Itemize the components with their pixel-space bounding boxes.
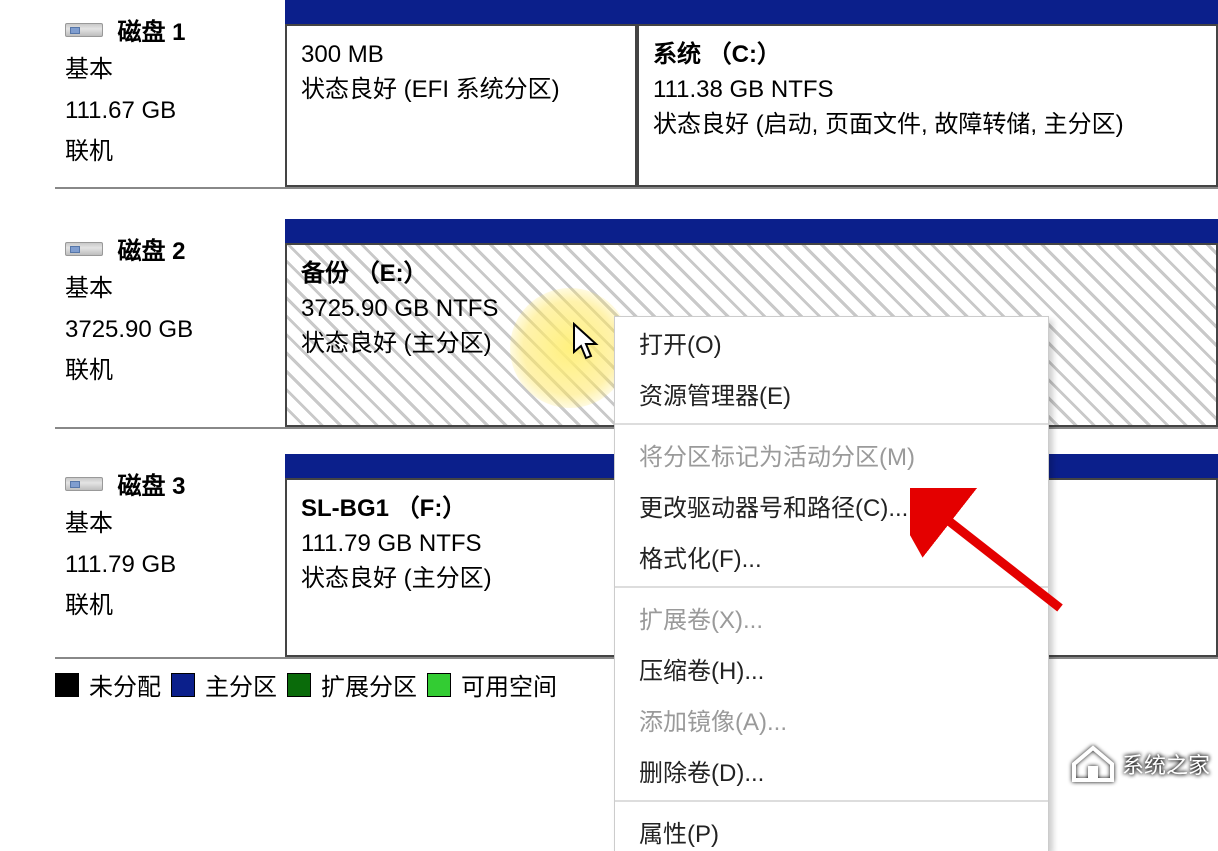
disk-header-1[interactable]: 磁盘 1 基本 111.67 GB 联机 [55, 0, 285, 187]
menu-format[interactable]: 格式化(F)... [615, 531, 1048, 582]
menu-separator [615, 423, 1048, 425]
partition-header-band [285, 0, 1218, 24]
disk-row-1: 磁盘 1 基本 111.67 GB 联机 300 MB 状态良好 (EFI 系统… [55, 0, 1218, 189]
partition-title: 备份 （E:） [301, 257, 1202, 292]
disk-type: 基本 [65, 272, 281, 307]
disk-type: 基本 [65, 507, 281, 542]
legend-label-free: 可用空间 [461, 667, 557, 702]
disk-1-partitions: 300 MB 状态良好 (EFI 系统分区) 系统 （C:） 111.38 GB… [285, 0, 1218, 187]
disk-size: 111.79 GB [65, 548, 281, 583]
watermark: 系统之家 [1062, 740, 1218, 788]
disk-name: 磁盘 3 [117, 466, 185, 501]
menu-separator [615, 586, 1048, 588]
legend-swatch-free [427, 673, 451, 697]
menu-change-drive-letter[interactable]: 更改驱动器号和路径(C)... [615, 480, 1048, 531]
disk-icon [65, 242, 103, 256]
context-menu: 打开(O) 资源管理器(E) 将分区标记为活动分区(M) 更改驱动器号和路径(C… [614, 316, 1049, 851]
menu-explorer[interactable]: 资源管理器(E) [615, 368, 1048, 419]
disk-icon [65, 477, 103, 491]
legend-label-primary: 主分区 [205, 667, 277, 702]
menu-separator [615, 800, 1048, 802]
disk-header-2[interactable]: 磁盘 2 基本 3725.90 GB 联机 [55, 219, 285, 427]
menu-delete-volume[interactable]: 删除卷(D)... [615, 745, 1048, 796]
partition-size: 300 MB [301, 38, 621, 73]
disk-header-3[interactable]: 磁盘 3 基本 111.79 GB 联机 [55, 454, 285, 657]
disk-status: 联机 [65, 135, 281, 170]
menu-properties[interactable]: 属性(P) [615, 806, 1048, 851]
partition-c[interactable]: 系统 （C:） 111.38 GB NTFS 状态良好 (启动, 页面文件, 故… [637, 24, 1218, 187]
partition-efi[interactable]: 300 MB 状态良好 (EFI 系统分区) [285, 24, 637, 187]
partition-size: 111.38 GB NTFS [653, 73, 1202, 108]
watermark-house-icon [1070, 744, 1116, 784]
legend-label-extended: 扩展分区 [321, 667, 417, 702]
disk-name: 磁盘 2 [117, 231, 185, 266]
menu-mark-active: 将分区标记为活动分区(M) [615, 429, 1048, 480]
legend-label-unallocated: 未分配 [89, 667, 161, 702]
menu-add-mirror: 添加镜像(A)... [615, 694, 1048, 745]
disk-type: 基本 [65, 53, 281, 88]
partition-state: 状态良好 (EFI 系统分区) [301, 73, 621, 108]
menu-shrink-volume[interactable]: 压缩卷(H)... [615, 643, 1048, 694]
partition-state: 状态良好 (启动, 页面文件, 故障转储, 主分区) [653, 108, 1202, 143]
partition-header-band [285, 219, 1218, 243]
disk-size: 3725.90 GB [65, 313, 281, 348]
legend-swatch-extended [287, 673, 311, 697]
partition-title: 系统 （C:） [653, 38, 1202, 73]
disk-status: 联机 [65, 589, 281, 624]
legend-swatch-unallocated [55, 673, 79, 697]
disk-size: 111.67 GB [65, 94, 281, 129]
disk-name: 磁盘 1 [117, 12, 185, 47]
menu-extend-volume: 扩展卷(X)... [615, 592, 1048, 643]
disk-icon [65, 23, 103, 37]
menu-open[interactable]: 打开(O) [615, 317, 1048, 368]
legend-swatch-primary [171, 673, 195, 697]
disk-status: 联机 [65, 354, 281, 389]
watermark-text: 系统之家 [1122, 748, 1210, 780]
